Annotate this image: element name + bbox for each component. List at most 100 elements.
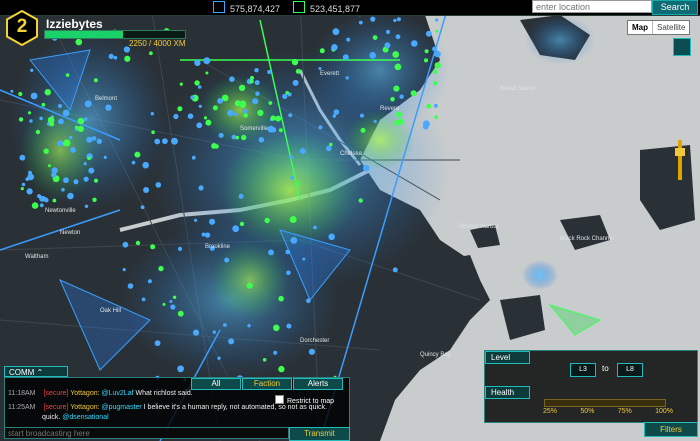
portal-enlightened[interactable] — [158, 265, 164, 272]
portal-resistance[interactable] — [122, 268, 126, 272]
portal-enlightened[interactable] — [250, 79, 254, 84]
portal-resistance[interactable] — [26, 188, 33, 195]
portal-enlightened[interactable] — [93, 78, 98, 83]
portal-resistance[interactable] — [435, 18, 439, 22]
portal-resistance[interactable] — [217, 356, 221, 360]
portal-resistance[interactable] — [108, 53, 114, 60]
portal-resistance[interactable] — [345, 76, 349, 80]
portal-resistance[interactable] — [39, 203, 44, 208]
portal-resistance[interactable] — [198, 185, 204, 191]
portal-enlightened[interactable] — [393, 85, 400, 92]
portal-enlightened[interactable] — [424, 49, 429, 54]
portal-resistance[interactable] — [392, 267, 398, 273]
portal-resistance[interactable] — [255, 91, 260, 96]
portal-resistance[interactable] — [57, 140, 64, 147]
portal-resistance[interactable] — [360, 113, 364, 118]
location-search-input[interactable] — [532, 0, 652, 13]
portal-enlightened[interactable] — [434, 62, 441, 69]
portal-resistance[interactable] — [39, 195, 46, 202]
portal-resistance[interactable] — [91, 136, 97, 141]
portal-enlightened[interactable] — [329, 142, 333, 147]
portal-resistance[interactable] — [285, 249, 291, 255]
portal-resistance[interactable] — [203, 57, 211, 65]
portal-resistance[interactable] — [131, 160, 136, 165]
portal-resistance[interactable] — [385, 29, 391, 35]
portal-resistance[interactable] — [218, 132, 224, 138]
portal-enlightened[interactable] — [268, 101, 273, 105]
portal-enlightened[interactable] — [77, 117, 85, 125]
portal-resistance[interactable] — [173, 113, 179, 120]
portal-enlightened[interactable] — [18, 91, 23, 97]
portal-resistance[interactable] — [190, 95, 195, 100]
portal-resistance[interactable] — [69, 135, 73, 140]
portal-enlightened[interactable] — [194, 80, 200, 86]
portal-enlightened[interactable] — [257, 109, 264, 116]
portal-resistance[interactable] — [328, 233, 336, 241]
portal-resistance[interactable] — [434, 50, 441, 58]
portal-resistance[interactable] — [318, 67, 322, 70]
portal-resistance[interactable] — [223, 323, 227, 327]
portal-resistance[interactable] — [154, 138, 161, 145]
zoom-slider[interactable] — [675, 140, 685, 180]
map-type-map[interactable]: Map — [628, 21, 652, 34]
portal-resistance[interactable] — [83, 162, 87, 166]
portal-enlightened[interactable] — [20, 187, 24, 191]
portal-enlightened[interactable] — [177, 310, 184, 317]
portal-enlightened[interactable] — [205, 119, 212, 126]
portal-resistance[interactable] — [342, 54, 349, 61]
portal-enlightened[interactable] — [390, 96, 395, 102]
portal-enlightened[interactable] — [18, 117, 24, 122]
portal-resistance[interactable] — [217, 98, 224, 104]
portal-resistance[interactable] — [273, 350, 278, 355]
portal-resistance[interactable] — [423, 124, 429, 130]
portal-enlightened[interactable] — [273, 324, 280, 332]
portal-enlightened[interactable] — [392, 51, 400, 58]
portal-resistance[interactable] — [224, 257, 230, 263]
portal-enlightened[interactable] — [179, 82, 183, 86]
portal-resistance[interactable] — [58, 118, 64, 125]
portal-enlightened[interactable] — [432, 69, 438, 74]
portal-enlightened[interactable] — [149, 51, 153, 56]
portal-resistance[interactable] — [306, 298, 311, 304]
portal-enlightened[interactable] — [47, 116, 55, 124]
portal-resistance[interactable] — [267, 125, 275, 133]
portal-enlightened[interactable] — [77, 125, 84, 132]
portal-resistance[interactable] — [187, 113, 194, 119]
portal-resistance[interactable] — [10, 89, 14, 93]
portal-resistance[interactable] — [192, 329, 200, 336]
portal-resistance[interactable] — [127, 283, 134, 289]
portal-resistance[interactable] — [19, 154, 26, 161]
tab-all[interactable]: All — [191, 378, 241, 390]
portal-resistance[interactable] — [194, 59, 201, 66]
portal-resistance[interactable] — [177, 365, 185, 373]
portal-enlightened[interactable] — [177, 106, 183, 112]
portal-resistance[interactable] — [30, 68, 34, 73]
portal-resistance[interactable] — [229, 76, 235, 82]
portal-enlightened[interactable] — [270, 115, 276, 121]
portal-enlightened[interactable] — [394, 63, 402, 71]
portal-resistance[interactable] — [84, 100, 92, 108]
portal-enlightened[interactable] — [134, 151, 141, 158]
portal-resistance[interactable] — [171, 137, 178, 145]
portal-resistance[interactable] — [84, 204, 89, 208]
portal-resistance[interactable] — [286, 270, 291, 276]
portal-resistance[interactable] — [252, 98, 259, 105]
portal-enlightened[interactable] — [211, 143, 217, 149]
portal-enlightened[interactable] — [358, 198, 363, 203]
portal-enlightened[interactable] — [205, 71, 209, 75]
portal-resistance[interactable] — [411, 40, 418, 47]
portal-enlightened[interactable] — [239, 102, 246, 109]
portal-resistance[interactable] — [170, 304, 176, 310]
portal-resistance[interactable] — [292, 79, 299, 86]
portal-enlightened[interactable] — [243, 113, 248, 118]
portal-resistance[interactable] — [197, 85, 202, 89]
portal-resistance[interactable] — [204, 232, 211, 238]
portal-resistance[interactable] — [96, 138, 103, 144]
portal-enlightened[interactable] — [264, 217, 270, 224]
portal-resistance[interactable] — [58, 104, 62, 108]
portal-enlightened[interactable] — [172, 295, 177, 299]
portal-enlightened[interactable] — [162, 302, 166, 306]
portal-enlightened[interactable] — [135, 240, 141, 246]
transmit-button[interactable]: Transmit — [289, 427, 350, 441]
portal-enlightened[interactable] — [241, 134, 247, 141]
